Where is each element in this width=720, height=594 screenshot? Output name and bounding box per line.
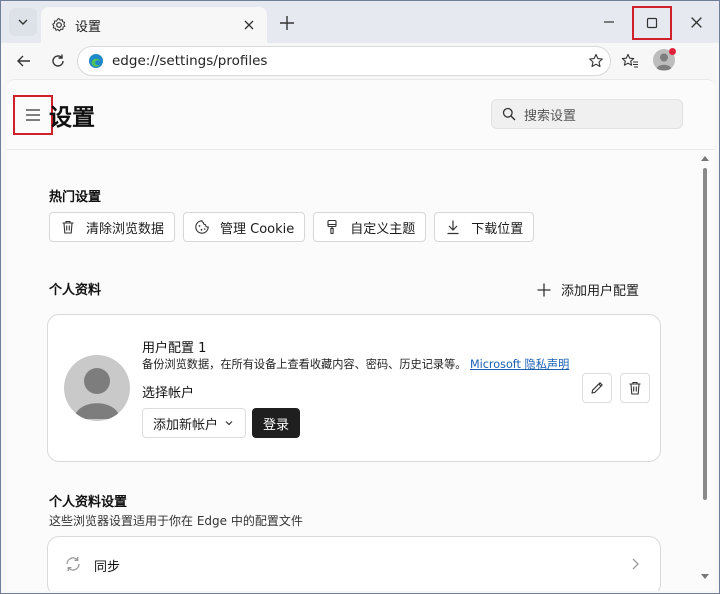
close-icon[interactable] <box>241 17 257 33</box>
chevron-down-icon <box>225 421 233 426</box>
chip-label: 清除浏览数据 <box>86 221 165 237</box>
window-close-button[interactable] <box>676 5 716 39</box>
address-url: edge://settings/profiles <box>112 53 268 69</box>
favorites-button[interactable] <box>617 48 643 74</box>
menu-button[interactable] <box>13 95 53 135</box>
chip-manage-cookie[interactable]: 管理 Cookie <box>183 212 306 242</box>
chip-clear-browsing-data[interactable]: 清除浏览数据 <box>49 212 176 242</box>
browser-toolbar: edge://settings/profiles <box>1 43 719 79</box>
add-account-dropdown[interactable]: 添加新帐户 <box>142 408 246 438</box>
login-button[interactable]: 登录 <box>252 408 300 438</box>
cookie-icon <box>195 220 209 234</box>
close-icon <box>690 16 702 28</box>
search-icon <box>502 107 516 121</box>
trash-icon <box>62 220 74 234</box>
tab-settings[interactable]: 设置 <box>41 7 267 43</box>
star-icon[interactable] <box>582 47 610 75</box>
chip-customize-theme[interactable]: 自定义主题 <box>313 212 427 242</box>
refresh-icon <box>52 54 64 67</box>
chip-label: 管理 Cookie <box>220 221 295 237</box>
back-button[interactable] <box>11 48 37 74</box>
pencil-icon <box>591 382 603 394</box>
sync-label: 同步 <box>94 560 121 575</box>
user-icon <box>74 368 120 419</box>
minimize-icon <box>604 21 614 23</box>
plus-icon <box>537 283 551 296</box>
minimize-button[interactable] <box>589 5 629 39</box>
chip-label: 下载位置 <box>471 221 524 237</box>
sync-icon <box>66 557 80 571</box>
profile-name: 用户配置 1 <box>142 341 207 356</box>
new-tab-button[interactable] <box>276 12 298 34</box>
scroll-up-arrow[interactable] <box>701 156 709 161</box>
page-title: 设置 <box>49 105 95 131</box>
hamburger-icon <box>26 109 40 121</box>
arrow-left-icon <box>17 55 30 67</box>
profile-settings-title: 个人资料设置 <box>49 495 128 510</box>
favorites-icon <box>621 53 638 68</box>
chevron-down-icon <box>18 19 28 25</box>
trash-icon <box>629 381 641 395</box>
chip-label: 自定义主题 <box>350 221 416 237</box>
profile-card: 用户配置 1 备份浏览数据，在所有设备上查看收藏内容、密码、历史记录等。 Mic… <box>47 314 661 462</box>
title-bar: 设置 <box>1 1 719 43</box>
add-profile-button[interactable]: 添加用户配置 <box>537 280 639 299</box>
privacy-link-prefix: Microsoft <box>470 358 521 371</box>
maximize-button[interactable] <box>632 6 672 40</box>
sync-row[interactable]: 同步 <box>47 536 661 591</box>
browser-window: 设置 edge://settings/profiles 设置 搜索设置 热门设置… <box>0 0 720 594</box>
chip-download-location[interactable]: 下载位置 <box>434 212 535 242</box>
scrollbar[interactable] <box>699 152 711 591</box>
download-icon <box>447 220 459 235</box>
scroll-down-arrow[interactable] <box>701 574 709 579</box>
choose-account-label: 选择帐户 <box>142 386 195 401</box>
tab-actions-button[interactable] <box>9 8 37 36</box>
gear-icon <box>51 17 67 33</box>
popular-settings-chips: 清除浏览数据 管理 Cookie 自定义主题 下载位置 <box>49 212 535 242</box>
brush-icon <box>327 219 337 235</box>
maximize-icon <box>646 17 658 29</box>
search-input[interactable]: 搜索设置 <box>491 99 683 129</box>
add-profile-label: 添加用户配置 <box>561 284 640 299</box>
profile-settings-description: 这些浏览器设置适用于你在 Edge 中的配置文件 <box>49 514 303 528</box>
search-placeholder: 搜索设置 <box>524 108 577 124</box>
privacy-link-text: 隐私声明 <box>524 358 570 371</box>
settings-content: 设置 搜索设置 热门设置 清除浏览数据 管理 Cookie 自定义主题 下载位置… <box>7 79 715 591</box>
profiles-title: 个人资料 <box>49 283 102 298</box>
address-bar[interactable]: edge://settings/profiles <box>77 46 611 76</box>
edit-profile-button[interactable] <box>582 373 612 403</box>
privacy-link[interactable]: Microsoft 隐私声明 <box>470 358 569 371</box>
popular-settings-title: 热门设置 <box>49 190 102 205</box>
chevron-right-icon <box>632 558 639 570</box>
profile-description-text: 备份浏览数据，在所有设备上查看收藏内容、密码、历史记录等。 <box>142 358 467 371</box>
scroll-thumb[interactable] <box>703 168 707 500</box>
edge-logo-icon <box>89 54 103 68</box>
profile-description: 备份浏览数据，在所有设备上查看收藏内容、密码、历史记录等。 Microsoft … <box>142 356 569 372</box>
refresh-button[interactable] <box>45 48 71 74</box>
notification-dot <box>669 48 676 55</box>
delete-profile-button[interactable] <box>620 373 650 403</box>
add-account-label: 添加新帐户 <box>153 417 219 433</box>
settings-header: 设置 搜索设置 <box>7 80 715 150</box>
plus-icon <box>280 16 294 30</box>
tab-title: 设置 <box>75 19 102 35</box>
avatar <box>64 355 130 421</box>
